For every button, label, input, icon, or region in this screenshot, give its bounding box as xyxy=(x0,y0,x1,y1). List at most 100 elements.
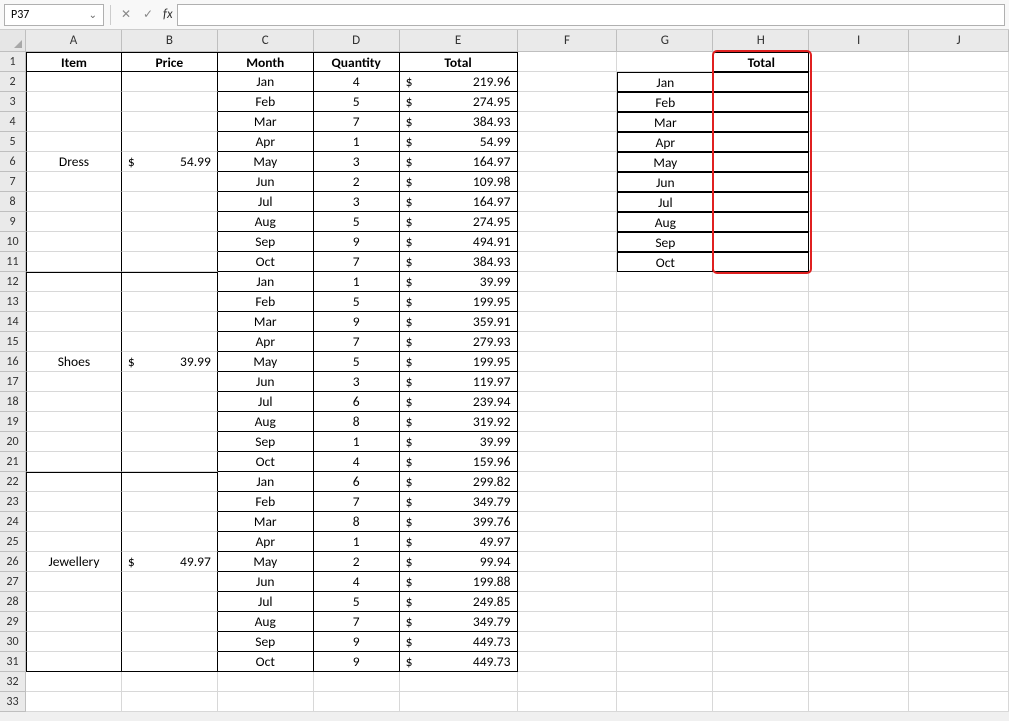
cell-B29[interactable] xyxy=(122,612,218,632)
cell-F21[interactable] xyxy=(518,452,618,472)
cell-B26[interactable]: $49.97 xyxy=(122,552,218,572)
cell-H9[interactable] xyxy=(713,212,809,232)
cell-A19[interactable] xyxy=(26,412,122,432)
col-header-I[interactable]: I xyxy=(809,30,909,52)
cell-H24[interactable] xyxy=(713,512,809,532)
cell-B24[interactable] xyxy=(122,512,218,532)
cell-H22[interactable] xyxy=(713,472,809,492)
cell-C14[interactable]: Mar xyxy=(218,312,314,332)
col-header-G[interactable]: G xyxy=(617,30,713,52)
cell-J12[interactable] xyxy=(909,272,1009,292)
cell-H21[interactable] xyxy=(713,452,809,472)
cell-E25[interactable]: $49.97 xyxy=(400,532,518,552)
cell-E28[interactable]: $249.85 xyxy=(400,592,518,612)
cell-G32[interactable] xyxy=(617,672,713,692)
cell-E21[interactable]: $159.96 xyxy=(400,452,518,472)
cell-A28[interactable] xyxy=(26,592,122,612)
col-header-A[interactable]: A xyxy=(26,30,122,52)
cell-F25[interactable] xyxy=(518,532,618,552)
cell-E19[interactable]: $319.92 xyxy=(400,412,518,432)
cell-I23[interactable] xyxy=(809,492,909,512)
cell-F14[interactable] xyxy=(518,312,618,332)
cell-H8[interactable] xyxy=(713,192,809,212)
cell-D3[interactable]: 5 xyxy=(314,92,400,112)
cell-F13[interactable] xyxy=(518,292,618,312)
cell-H10[interactable] xyxy=(713,232,809,252)
cell-J22[interactable] xyxy=(909,472,1009,492)
cell-H12[interactable] xyxy=(713,272,809,292)
cell-E2[interactable]: $219.96 xyxy=(400,72,518,92)
cell-F29[interactable] xyxy=(518,612,618,632)
cell-A24[interactable] xyxy=(26,512,122,532)
cell-I4[interactable] xyxy=(809,112,909,132)
cell-F5[interactable] xyxy=(518,132,618,152)
cell-D19[interactable]: 8 xyxy=(314,412,400,432)
cell-C3[interactable]: Feb xyxy=(218,92,314,112)
cell-G31[interactable] xyxy=(617,652,713,672)
cell-B18[interactable] xyxy=(122,392,218,412)
cell-J9[interactable] xyxy=(909,212,1009,232)
cell-C13[interactable]: Feb xyxy=(218,292,314,312)
cell-B8[interactable] xyxy=(122,192,218,212)
cell-J31[interactable] xyxy=(909,652,1009,672)
cell-J28[interactable] xyxy=(909,592,1009,612)
cell-E1[interactable]: Total xyxy=(400,52,518,72)
cell-G16[interactable] xyxy=(617,352,713,372)
cell-B5[interactable] xyxy=(122,132,218,152)
cell-C17[interactable]: Jun xyxy=(218,372,314,392)
cell-B31[interactable] xyxy=(122,652,218,672)
row-header-23[interactable]: 23 xyxy=(0,492,26,512)
cell-B7[interactable] xyxy=(122,172,218,192)
cell-C22[interactable]: Jan xyxy=(218,472,314,492)
cell-B9[interactable] xyxy=(122,212,218,232)
cell-G9[interactable]: Aug xyxy=(617,212,713,232)
cell-A10[interactable] xyxy=(26,232,122,252)
cell-E3[interactable]: $274.95 xyxy=(400,92,518,112)
cell-D20[interactable]: 1 xyxy=(314,432,400,452)
check-icon[interactable]: ✓ xyxy=(139,6,157,24)
cell-J17[interactable] xyxy=(909,372,1009,392)
cell-E22[interactable]: $299.82 xyxy=(400,472,518,492)
cell-C15[interactable]: Apr xyxy=(218,332,314,352)
cell-E32[interactable] xyxy=(400,672,518,692)
cell-G12[interactable] xyxy=(617,272,713,292)
cell-A30[interactable] xyxy=(26,632,122,652)
cell-D31[interactable]: 9 xyxy=(314,652,400,672)
cell-G14[interactable] xyxy=(617,312,713,332)
cell-D15[interactable]: 7 xyxy=(314,332,400,352)
cell-H28[interactable] xyxy=(713,592,809,612)
cell-I25[interactable] xyxy=(809,532,909,552)
cell-G21[interactable] xyxy=(617,452,713,472)
cell-A1[interactable]: Item xyxy=(26,52,122,72)
cell-C19[interactable]: Aug xyxy=(218,412,314,432)
cell-E5[interactable]: $54.99 xyxy=(400,132,518,152)
cell-G24[interactable] xyxy=(617,512,713,532)
cell-I19[interactable] xyxy=(809,412,909,432)
cell-E18[interactable]: $239.94 xyxy=(400,392,518,412)
cell-F24[interactable] xyxy=(518,512,618,532)
col-header-D[interactable]: D xyxy=(314,30,400,52)
cell-D6[interactable]: 3 xyxy=(314,152,400,172)
cell-G26[interactable] xyxy=(617,552,713,572)
cell-B28[interactable] xyxy=(122,592,218,612)
cell-E14[interactable]: $359.91 xyxy=(400,312,518,332)
cell-F27[interactable] xyxy=(518,572,618,592)
row-header-27[interactable]: 27 xyxy=(0,572,26,592)
cell-A32[interactable] xyxy=(26,672,122,692)
cell-H18[interactable] xyxy=(713,392,809,412)
cell-G6[interactable]: May xyxy=(617,152,713,172)
cell-D33[interactable] xyxy=(314,692,400,712)
cell-J2[interactable] xyxy=(909,72,1009,92)
row-header-11[interactable]: 11 xyxy=(0,252,26,272)
cell-I14[interactable] xyxy=(809,312,909,332)
cell-G19[interactable] xyxy=(617,412,713,432)
col-header-F[interactable]: F xyxy=(518,30,618,52)
cell-A8[interactable] xyxy=(26,192,122,212)
cell-D27[interactable]: 4 xyxy=(314,572,400,592)
cell-E27[interactable]: $199.88 xyxy=(400,572,518,592)
row-header-2[interactable]: 2 xyxy=(0,72,26,92)
cell-D16[interactable]: 5 xyxy=(314,352,400,372)
cell-I17[interactable] xyxy=(809,372,909,392)
cell-B30[interactable] xyxy=(122,632,218,652)
cell-F33[interactable] xyxy=(518,692,618,712)
